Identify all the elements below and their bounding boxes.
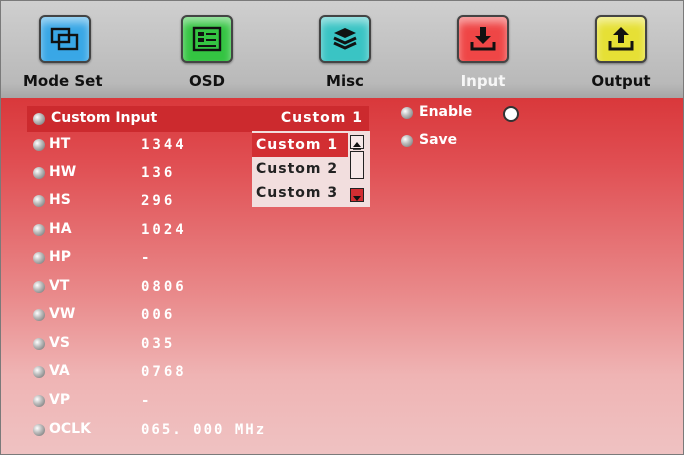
triangle-down-icon xyxy=(353,196,361,201)
custom-input-label: Custom Input xyxy=(51,110,158,126)
windows-icon xyxy=(39,15,91,63)
bullet-icon xyxy=(33,167,45,179)
tab-label: Output xyxy=(591,72,651,90)
input-settings-panel: Custom Input Custom 1 HT 1344 HW 136 HS … xyxy=(1,98,683,454)
param-value: 006 xyxy=(141,307,176,323)
dropdown-scrollbar[interactable] xyxy=(348,131,370,207)
scroll-up-button[interactable] xyxy=(350,135,364,150)
param-name: OCLK xyxy=(49,421,91,437)
stack-icon xyxy=(319,15,371,63)
triangle-up-icon xyxy=(353,142,361,150)
input-download-icon xyxy=(457,15,509,63)
dropdown-option-custom-3[interactable]: Custom 3 xyxy=(252,181,348,205)
param-row-vw[interactable]: VW 006 xyxy=(27,302,247,330)
bullet-icon xyxy=(33,395,45,407)
tab-label: Mode Set xyxy=(23,72,103,90)
bullet-icon xyxy=(33,281,45,293)
tab-mode-set[interactable]: Mode Set xyxy=(1,1,121,98)
enable-radio[interactable] xyxy=(503,106,519,122)
top-menu-bar: Mode Set OSD Misc Input Output xyxy=(1,1,683,98)
bullet-icon xyxy=(33,424,45,436)
dropdown-option-custom-2[interactable]: Custom 2 xyxy=(252,157,348,181)
bullet-icon xyxy=(33,113,45,125)
param-row-hs[interactable]: HS 296 xyxy=(27,188,247,216)
param-row-hp[interactable]: HP - xyxy=(27,245,247,273)
bullet-icon xyxy=(401,107,413,119)
param-value: - xyxy=(141,250,153,266)
param-name: VS xyxy=(49,335,70,351)
tab-input[interactable]: Input xyxy=(419,1,539,98)
osd-menu-icon xyxy=(181,15,233,63)
param-row-hw[interactable]: HW 136 xyxy=(27,160,247,188)
param-name: VP xyxy=(49,392,71,408)
osd-screen: Mode Set OSD Misc Input Output Custom In… xyxy=(0,0,684,455)
save-option[interactable]: Save xyxy=(399,132,499,156)
bullet-icon xyxy=(33,195,45,207)
param-name: HS xyxy=(49,192,71,208)
enable-option[interactable]: Enable xyxy=(399,104,539,128)
tab-label: Input xyxy=(460,72,506,90)
param-row-vt[interactable]: VT 0806 xyxy=(27,274,247,302)
custom-input-dropdown[interactable]: Custom 1 Custom 2 Custom 3 xyxy=(252,131,370,207)
bullet-icon xyxy=(33,139,45,151)
scroll-down-button[interactable] xyxy=(350,188,364,202)
param-name: VA xyxy=(49,363,70,379)
param-row-ht[interactable]: HT 1344 xyxy=(27,132,247,160)
param-name: HW xyxy=(49,164,77,180)
param-row-oclk[interactable]: OCLK 065. 000 MHz xyxy=(27,417,327,445)
custom-input-value: Custom 1 xyxy=(280,110,363,126)
param-value: 1344 xyxy=(141,137,187,153)
bullet-icon xyxy=(33,224,45,236)
param-name: HP xyxy=(49,249,71,265)
param-value: 1024 xyxy=(141,222,187,238)
param-row-va[interactable]: VA 0768 xyxy=(27,359,247,387)
enable-label: Enable xyxy=(419,104,473,120)
bullet-icon xyxy=(33,309,45,321)
param-name: HT xyxy=(49,136,71,152)
param-value: 0806 xyxy=(141,279,187,295)
param-name: VT xyxy=(49,278,70,294)
param-name: HA xyxy=(49,221,72,237)
bullet-icon xyxy=(33,338,45,350)
dropdown-option-custom-1[interactable]: Custom 1 xyxy=(252,133,348,157)
tab-osd[interactable]: OSD xyxy=(143,1,263,98)
save-label: Save xyxy=(419,132,458,148)
param-value: 136 xyxy=(141,165,176,181)
param-value: 296 xyxy=(141,193,176,209)
bullet-icon xyxy=(401,135,413,147)
tab-output[interactable]: Output xyxy=(557,1,677,98)
tab-label: Misc xyxy=(326,72,364,90)
bullet-icon xyxy=(33,252,45,264)
tab-misc[interactable]: Misc xyxy=(281,1,401,98)
output-upload-icon xyxy=(595,15,647,63)
param-value: 035 xyxy=(141,336,176,352)
param-name: VW xyxy=(49,306,76,322)
param-value: - xyxy=(141,393,153,409)
bullet-icon xyxy=(33,366,45,378)
param-value: 0768 xyxy=(141,364,187,380)
param-row-vs[interactable]: VS 035 xyxy=(27,331,247,359)
param-row-ha[interactable]: HA 1024 xyxy=(27,217,247,245)
param-value: 065. 000 MHz xyxy=(141,422,267,438)
custom-input-selector[interactable]: Custom Input Custom 1 xyxy=(27,106,369,132)
tab-label: OSD xyxy=(188,72,225,90)
scroll-thumb[interactable] xyxy=(350,151,364,179)
param-row-vp[interactable]: VP - xyxy=(27,388,247,416)
